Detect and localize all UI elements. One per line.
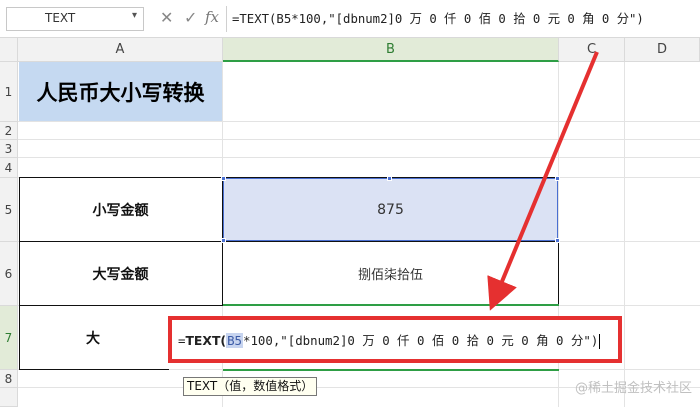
selection-handle[interactable] [221, 238, 226, 243]
table-border [558, 241, 559, 306]
editor-function-name: TEXT [185, 333, 221, 348]
row-header-3[interactable]: 3 [0, 140, 18, 158]
table-border [19, 305, 223, 306]
function-tooltip: TEXT（值，数值格式） [183, 377, 318, 396]
cell-b6-value[interactable]: 捌佰柒拾伍 [223, 242, 558, 305]
fx-icon[interactable]: fx [205, 8, 219, 26]
row-header-5[interactable]: 5 [0, 178, 18, 242]
cell-b5-value[interactable]: 875 [223, 178, 558, 241]
table-border [19, 177, 20, 369]
cell-a6-label[interactable]: 大写金额 [19, 242, 222, 305]
editor-cell-reference[interactable]: B5 [226, 333, 243, 348]
chevron-down-icon[interactable]: ▾ [132, 10, 137, 21]
formula-bar-divider [226, 6, 227, 32]
row-header-7[interactable]: 7 [0, 306, 18, 370]
editor-close-paren: ) [590, 333, 599, 348]
column-header-c[interactable]: C [559, 38, 625, 62]
row-header-6[interactable]: 6 [0, 242, 18, 306]
formula-input[interactable]: =TEXT(B5*100,"[dbnum2]0 万 0 仟 0 佰 0 拾 0 … [232, 9, 644, 27]
name-box-value: TEXT [45, 11, 76, 25]
gridline [18, 139, 700, 140]
row-header-1[interactable]: 1 [0, 62, 18, 122]
table-border [19, 177, 559, 178]
cell-a7-partial-label: 大 [86, 331, 100, 347]
title-cell[interactable]: 人民币大小写转换 [19, 62, 222, 121]
row-header-4[interactable]: 4 [0, 158, 18, 178]
cell-a5-label[interactable]: 小写金额 [19, 178, 222, 241]
selection-handle[interactable] [221, 176, 226, 181]
watermark: @稀土掘金技术社区 [574, 381, 692, 396]
active-cell-border [223, 369, 559, 371]
column-header-b[interactable]: B [223, 38, 559, 62]
text-cursor [599, 334, 601, 349]
column-header-a[interactable]: A [18, 38, 223, 62]
editor-arguments: *100,"[dbnum2]0 万 0 仟 0 佰 0 拾 0 元 0 角 0 … [242, 333, 591, 348]
name-box[interactable]: TEXT ▾ [6, 7, 144, 31]
active-cell-border [223, 304, 559, 306]
selection-handle[interactable] [555, 176, 560, 181]
check-icon[interactable]: ✓ [184, 8, 197, 28]
row-header-9[interactable] [0, 388, 18, 407]
editor-formula-text[interactable]: =TEXT(B5*100,"[dbnum2]0 万 0 仟 0 佰 0 拾 0 … [178, 331, 601, 349]
gridline [18, 157, 700, 158]
column-header-d[interactable]: D [625, 38, 700, 62]
formula-bar: TEXT ▾ ✕ ✓ fx =TEXT(B5*100,"[dbnum2]0 万 … [0, 0, 700, 38]
close-icon[interactable]: ✕ [160, 8, 173, 28]
gridline [624, 62, 625, 407]
selection-handle[interactable] [555, 238, 560, 243]
table-border [19, 369, 169, 370]
selection-handle[interactable] [387, 176, 392, 181]
table-border [19, 241, 559, 242]
row-header-2[interactable]: 2 [0, 122, 18, 140]
in-cell-formula-editor[interactable]: =TEXT(B5*100,"[dbnum2]0 万 0 仟 0 佰 0 拾 0 … [168, 316, 622, 363]
row-header-8[interactable]: 8 [0, 370, 18, 388]
select-all-corner[interactable] [0, 38, 18, 62]
gridline [18, 121, 700, 122]
